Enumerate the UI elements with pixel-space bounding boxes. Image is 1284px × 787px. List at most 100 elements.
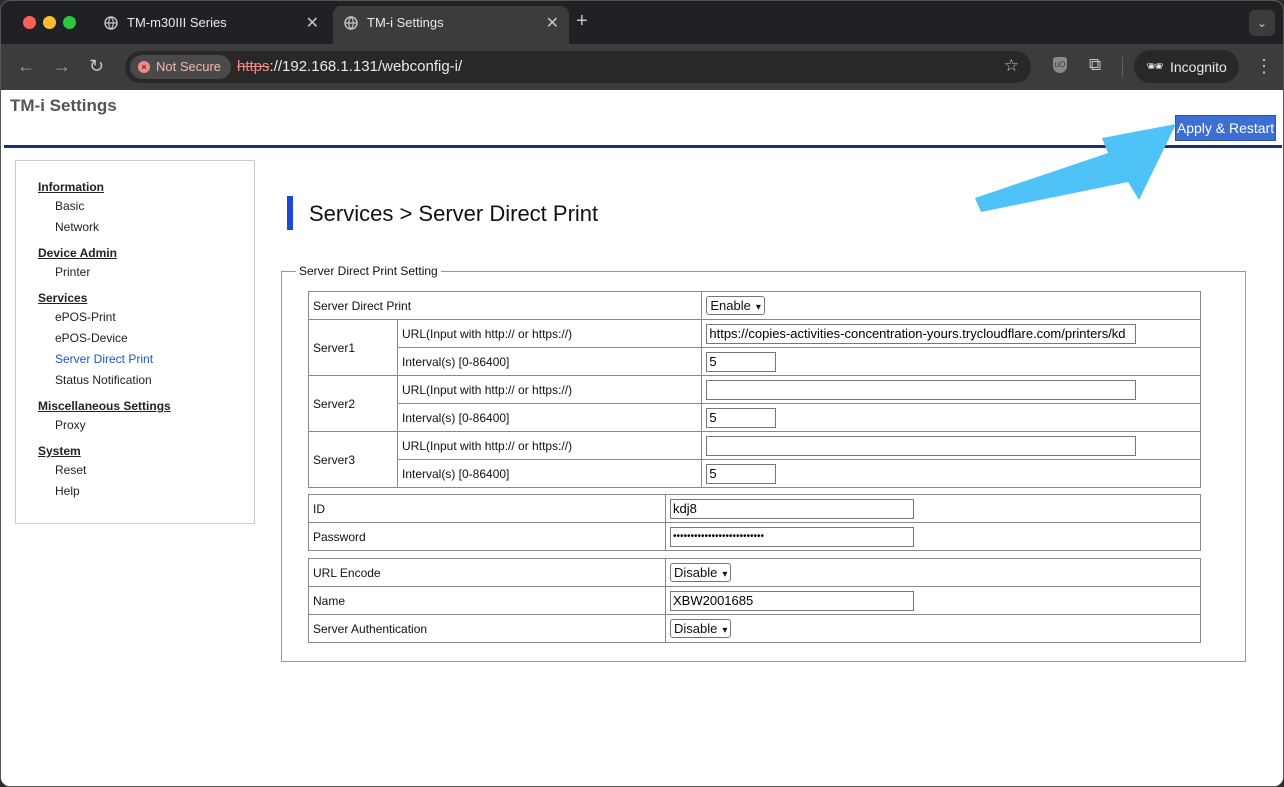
kebab-menu-icon[interactable]: ⋮ — [1255, 56, 1273, 77]
table-row: Server Direct Print Enable ▾ — [307, 291, 1201, 320]
new-tab-icon[interactable]: + — [576, 10, 588, 33]
incognito-icon: 🕶 — [1146, 58, 1164, 74]
server1-interval-input[interactable] — [706, 351, 777, 372]
server3-label: Server3 — [308, 431, 398, 488]
url-scheme: https — [237, 58, 270, 75]
sidebar-item-basic[interactable]: Basic — [55, 199, 84, 213]
back-icon[interactable]: ← — [17, 56, 35, 77]
server2-interval-label: Interval(s) [0-86400] — [396, 403, 703, 432]
page-title: Services > Server Direct Print — [309, 201, 599, 226]
minimize-window-button[interactable] — [43, 16, 56, 29]
server2-interval-input[interactable] — [706, 407, 777, 428]
tab-tm-i-settings[interactable]: TM-i Settings ✕ — [333, 6, 569, 44]
tab-search-icon[interactable]: ⌄ — [1249, 10, 1275, 36]
security-chip[interactable]: × Not Secure — [130, 55, 232, 79]
server1-label: Server1 — [308, 319, 398, 376]
server-auth-select[interactable]: Disable ▾ — [670, 619, 732, 638]
sidebar-item-epos-device[interactable]: ePOS-Device — [55, 331, 128, 345]
table-row: Server3 URL(Input with http:// or https:… — [308, 431, 1201, 488]
sidebar-group-system: System — [38, 444, 81, 458]
incognito-badge[interactable]: 🕶 Incognito — [1134, 50, 1239, 83]
reload-icon[interactable]: ↻ — [89, 56, 104, 77]
sidebar-item-proxy[interactable]: Proxy — [55, 418, 86, 432]
sidebar-item-help[interactable]: Help — [55, 484, 80, 498]
server2-url-label: URL(Input with http:// or https://) — [396, 375, 703, 404]
sidebar-item-network[interactable]: Network — [55, 220, 99, 234]
server3-url-input[interactable] — [706, 435, 1137, 456]
table-row: Name — [308, 586, 1201, 615]
incognito-label: Incognito — [1170, 59, 1227, 75]
globe-icon — [344, 16, 358, 30]
url-encode-select[interactable]: Disable ▾ — [670, 563, 732, 582]
sidebar-item-epos-print[interactable]: ePOS-Print — [55, 310, 116, 324]
server-auth-value: Disable — [674, 621, 718, 636]
chevron-down-icon: ▾ — [722, 625, 728, 636]
chevron-down-icon: ▾ — [755, 302, 761, 313]
url-path: ://192.168.1.131/webconfig-i/ — [269, 58, 463, 75]
id-input[interactable] — [670, 498, 914, 519]
name-label: Name — [308, 586, 666, 615]
sidebar-item-printer[interactable]: Printer — [55, 265, 90, 279]
sdp-select[interactable]: Enable ▾ — [706, 296, 765, 315]
browser-window: TM-m30III Series ✕ TM-i Settings ✕ + ⌄ ←… — [0, 0, 1284, 787]
sdp-label: Server Direct Print — [307, 291, 703, 320]
server-auth-label: Server Authentication — [308, 614, 666, 643]
table-row: URL Encode Disable ▾ — [308, 558, 1201, 587]
warning-icon: × — [138, 61, 150, 73]
id-label: ID — [308, 494, 666, 523]
sidebar-nav: Information Basic Network Device Admin P… — [15, 160, 255, 524]
sidebar-group-services: Services — [38, 291, 88, 305]
forward-icon[interactable]: → — [53, 56, 71, 77]
server3-interval-input[interactable] — [706, 463, 777, 484]
credentials-table: ID Password — [308, 494, 1201, 551]
ublock-extension-icon[interactable]: uO — [1053, 57, 1067, 73]
close-tab-icon[interactable]: ✕ — [306, 13, 319, 33]
table-row: Server Authentication Disable ▾ — [308, 614, 1201, 643]
globe-icon — [104, 16, 118, 30]
table-row: Interval(s) [0-86400] — [309, 403, 1201, 432]
server1-interval-label: Interval(s) [0-86400] — [396, 347, 703, 376]
chevron-down-icon: ▾ — [722, 569, 728, 580]
extensions-puzzle-icon[interactable]: ⧉ — [1089, 55, 1101, 75]
fieldset-legend: Server Direct Print Setting — [299, 264, 438, 278]
tab-tm-m30iii[interactable]: TM-m30III Series ✕ — [93, 7, 329, 38]
sidebar-item-reset[interactable]: Reset — [55, 463, 86, 477]
table-row: Server2 URL(Input with http:// or https:… — [308, 375, 1201, 432]
url-encode-value: Disable — [674, 565, 718, 580]
toolbar-divider — [1122, 57, 1123, 77]
servers-table: Server Direct Print Enable ▾ Server1 URL(… — [307, 291, 1201, 488]
server1-url-input[interactable] — [706, 323, 1137, 344]
sidebar-item-status-notification[interactable]: Status Notification — [55, 373, 152, 387]
close-tab-icon[interactable]: ✕ — [546, 13, 559, 33]
table-row: ID — [308, 494, 1201, 523]
sidebar-group-information: Information — [38, 180, 104, 194]
sidebar-group-misc-settings: Miscellaneous Settings — [38, 399, 171, 413]
address-bar[interactable]: × Not Secure https://192.168.1.131/webco… — [125, 51, 1031, 83]
page-content: TM-i Settings Apply & Restart Informatio… — [1, 90, 1283, 786]
table-row: Interval(s) [0-86400] — [309, 459, 1201, 488]
tab-title: TM-m30III Series — [127, 15, 227, 30]
url-text[interactable]: https://192.168.1.131/webconfig-i/ — [237, 58, 462, 75]
app-title: TM-i Settings — [10, 96, 117, 115]
apply-restart-button[interactable]: Apply & Restart — [1175, 115, 1276, 141]
server2-label: Server2 — [308, 375, 398, 432]
sidebar-item-server-direct-print[interactable]: Server Direct Print — [55, 352, 153, 366]
close-window-button[interactable] — [23, 16, 36, 29]
server3-url-label: URL(Input with http:// or https://) — [396, 431, 703, 460]
server1-url-label: URL(Input with http:// or https://) — [396, 319, 703, 348]
maximize-window-button[interactable] — [63, 16, 76, 29]
table-row: Server1 URL(Input with http:// or https:… — [308, 319, 1201, 376]
server3-interval-label: Interval(s) [0-86400] — [396, 459, 703, 488]
server2-url-input[interactable] — [706, 379, 1137, 400]
name-input[interactable] — [670, 590, 914, 611]
password-label: Password — [308, 522, 666, 551]
security-label: Not Secure — [156, 59, 222, 74]
browser-toolbar: ← → ↻ × Not Secure https://192.168.1.131… — [1, 44, 1283, 90]
password-input[interactable] — [670, 526, 914, 547]
options-table: URL Encode Disable ▾ Name Server Authenti… — [308, 558, 1201, 643]
table-row: Password — [308, 522, 1201, 551]
bookmark-star-icon[interactable]: ☆ — [1004, 56, 1019, 76]
annotation-arrow — [975, 124, 1176, 212]
tab-strip: TM-m30III Series ✕ TM-i Settings ✕ + ⌄ — [1, 1, 1283, 44]
sdp-select-value: Enable — [710, 298, 751, 313]
